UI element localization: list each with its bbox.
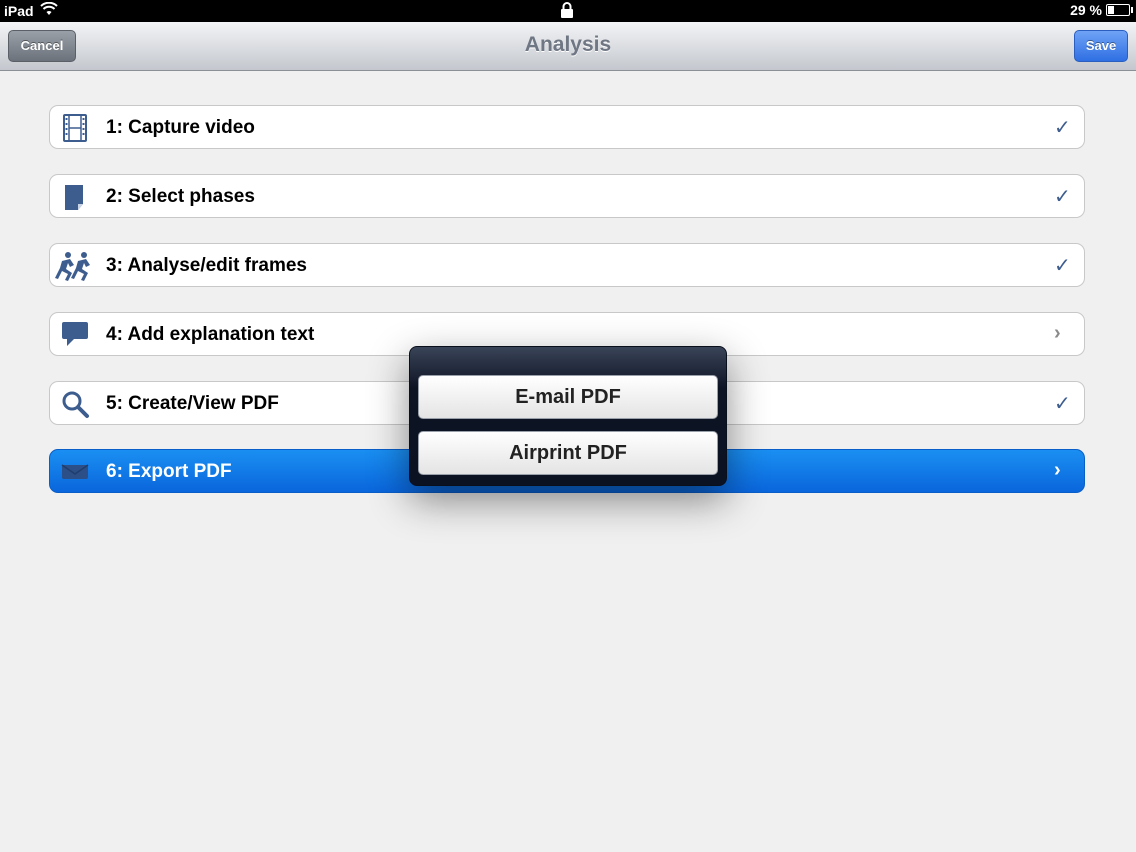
step-row-capture-video[interactable]: 1: Capture video ✓ [49,105,1085,149]
step-row-select-phases[interactable]: 2: Select phases ✓ [49,174,1085,218]
wifi-icon [39,1,58,19]
checkmark-icon: ✓ [1054,393,1071,415]
checkmark-icon: ✓ [1054,255,1071,277]
chevron-right-icon: › [1054,322,1061,344]
document-icon [60,182,90,212]
page-title: Analysis [524,33,612,56]
step-row-analyse-frames[interactable]: 3: Analyse/edit frames ✓ [49,243,1085,287]
step-label: 2: Select phases [106,186,255,207]
envelope-icon [60,457,90,487]
checkmark-icon: ✓ [1054,186,1071,208]
speech-bubble-icon [60,320,90,350]
checkmark-icon: ✓ [1054,117,1071,139]
step-label: 3: Analyse/edit frames [106,255,307,276]
chevron-right-icon: › [1054,459,1061,481]
email-pdf-button[interactable]: E-mail PDF [418,375,718,419]
step-label: 5: Create/View PDF [106,393,279,414]
magnifier-icon [60,389,90,419]
step-label: 4: Add explanation text [106,324,315,345]
device-name: iPad [4,2,34,19]
save-button[interactable]: Save [1074,30,1128,62]
film-icon [60,113,90,143]
export-popover: E-mail PDF Airprint PDF [409,346,727,486]
airprint-pdf-button[interactable]: Airprint PDF [418,431,718,475]
status-bar: iPad 29 % [0,0,1136,22]
step-label: 1: Capture video [106,117,255,138]
navigation-bar: Cancel Analysis Save [0,22,1136,71]
battery-icon [1106,4,1133,16]
lock-icon [560,2,574,21]
step-label: 6: Export PDF [106,461,232,482]
runners-icon [54,251,94,281]
battery-percent: 29 % [1070,2,1102,18]
